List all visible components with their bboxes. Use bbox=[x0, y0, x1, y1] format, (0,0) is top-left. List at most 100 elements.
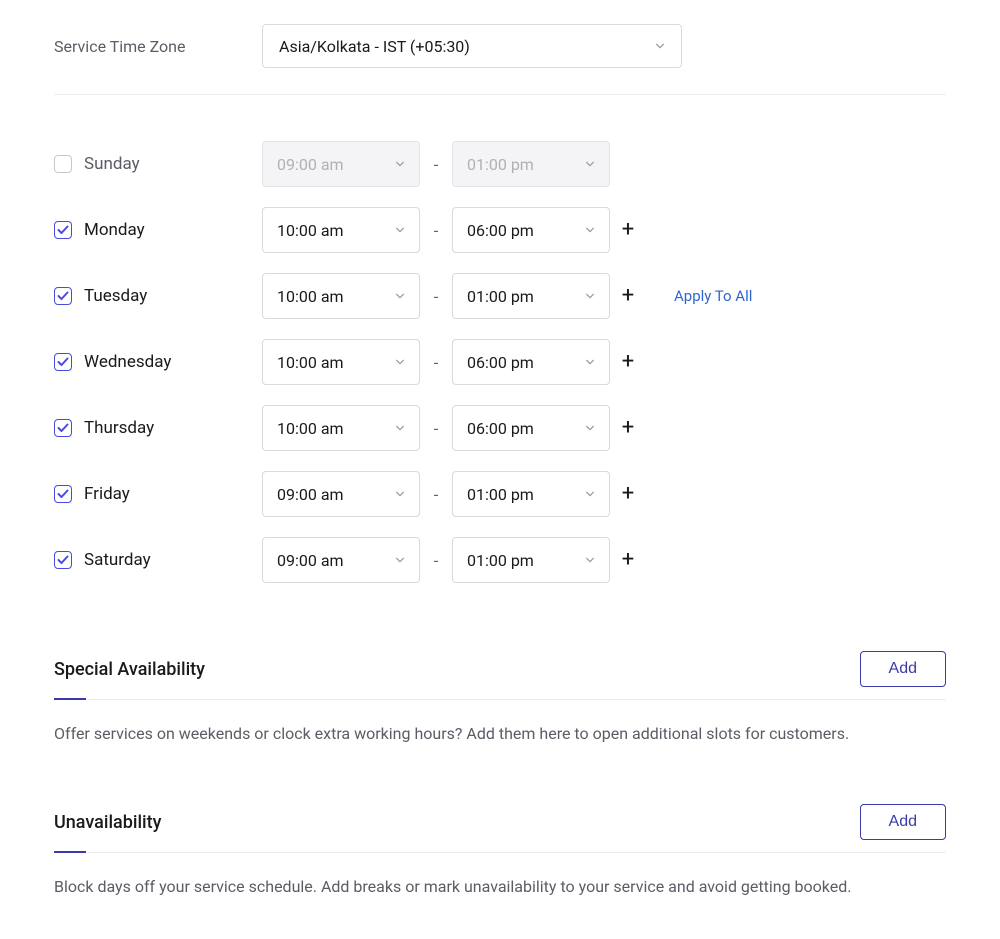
checkbox-checked-icon[interactable] bbox=[54, 353, 72, 371]
start-time-value: 10:00 am bbox=[277, 221, 344, 240]
checkbox-checked-icon[interactable] bbox=[54, 419, 72, 437]
end-time-value: 06:00 pm bbox=[467, 419, 534, 438]
start-time-select[interactable]: 10:00 am bbox=[262, 273, 420, 319]
chevron-down-icon bbox=[395, 555, 405, 565]
end-time-value: 01:00 pm bbox=[467, 551, 534, 570]
end-time-select[interactable]: 06:00 pm bbox=[452, 207, 610, 253]
start-time-value: 10:00 am bbox=[277, 353, 344, 372]
add-time-slot-button[interactable]: + bbox=[610, 351, 646, 373]
chevron-down-icon bbox=[655, 41, 665, 51]
day-name-label: Thursday bbox=[84, 418, 154, 438]
start-time-select[interactable]: 10:00 am bbox=[262, 207, 420, 253]
day-name-label: Friday bbox=[84, 484, 130, 504]
chevron-down-icon bbox=[395, 489, 405, 499]
checkbox-checked-icon[interactable] bbox=[54, 551, 72, 569]
add-time-slot-button[interactable]: + bbox=[610, 483, 646, 505]
add-time-slot-button[interactable]: + bbox=[610, 285, 646, 307]
time-range-dash: - bbox=[420, 221, 452, 240]
chevron-down-icon bbox=[395, 225, 405, 235]
apply-to-all-link[interactable]: Apply To All bbox=[674, 287, 752, 305]
day-row: Tuesday 10:00 am -01:00 pm + Apply To All bbox=[54, 263, 946, 329]
end-time-value: 01:00 pm bbox=[467, 287, 534, 306]
timezone-label: Service Time Zone bbox=[54, 37, 262, 56]
day-name-label: Saturday bbox=[84, 550, 151, 570]
section-header: Unavailability Add bbox=[54, 804, 946, 853]
time-range-dash: - bbox=[420, 419, 452, 438]
section-description: Block days off your service schedule. Ad… bbox=[54, 875, 946, 899]
chevron-down-icon bbox=[585, 159, 595, 169]
timezone-select[interactable]: Asia/Kolkata - IST (+05:30) bbox=[262, 24, 682, 68]
checkbox-checked-icon[interactable] bbox=[54, 287, 72, 305]
chevron-down-icon bbox=[395, 159, 405, 169]
start-time-select[interactable]: 09:00 am bbox=[262, 537, 420, 583]
end-time-value: 06:00 pm bbox=[467, 221, 534, 240]
chevron-down-icon bbox=[585, 291, 595, 301]
day-row: Wednesday 10:00 am -06:00 pm + bbox=[54, 329, 946, 395]
end-time-select[interactable]: 01:00 pm bbox=[452, 471, 610, 517]
end-time-select: 01:00 pm bbox=[452, 141, 610, 187]
add-time-slot-button[interactable]: + bbox=[610, 549, 646, 571]
chevron-down-icon bbox=[395, 357, 405, 367]
start-time-select[interactable]: 10:00 am bbox=[262, 339, 420, 385]
day-toggle[interactable]: Saturday bbox=[54, 550, 262, 570]
day-toggle[interactable]: Wednesday bbox=[54, 352, 262, 372]
chevron-down-icon bbox=[585, 489, 595, 499]
day-toggle[interactable]: Tuesday bbox=[54, 286, 262, 306]
day-name-label: Sunday bbox=[84, 154, 140, 174]
time-range-dash: - bbox=[420, 551, 452, 570]
time-range-dash: - bbox=[420, 353, 452, 372]
add-unavailability-button[interactable]: Add bbox=[860, 804, 946, 840]
checkbox-unchecked-icon[interactable] bbox=[54, 155, 72, 173]
start-time-value: 09:00 am bbox=[277, 155, 344, 174]
day-name-label: Tuesday bbox=[84, 286, 147, 306]
chevron-down-icon bbox=[585, 423, 595, 433]
day-toggle[interactable]: Monday bbox=[54, 220, 262, 240]
chevron-down-icon bbox=[585, 555, 595, 565]
chevron-down-icon bbox=[585, 225, 595, 235]
day-row: Monday 10:00 am -06:00 pm + bbox=[54, 197, 946, 263]
chevron-down-icon bbox=[395, 291, 405, 301]
day-row: Sunday09:00 am-01:00 pm+ bbox=[54, 131, 946, 197]
checkbox-checked-icon[interactable] bbox=[54, 485, 72, 503]
chevron-down-icon bbox=[585, 357, 595, 367]
end-time-select[interactable]: 01:00 pm bbox=[452, 537, 610, 583]
section-header: Special Availability Add bbox=[54, 651, 946, 700]
day-name-label: Monday bbox=[84, 220, 145, 240]
add-time-slot-button[interactable]: + bbox=[610, 417, 646, 439]
start-time-value: 09:00 am bbox=[277, 551, 344, 570]
day-name-label: Wednesday bbox=[84, 352, 171, 372]
section-description: Offer services on weekends or clock extr… bbox=[54, 722, 946, 746]
working-hours-list: Sunday09:00 am-01:00 pm+Monday10:00 am-0… bbox=[54, 131, 946, 593]
start-time-value: 09:00 am bbox=[277, 485, 344, 504]
end-time-value: 06:00 pm bbox=[467, 353, 534, 372]
day-row: Thursday 10:00 am -06:00 pm + bbox=[54, 395, 946, 461]
day-toggle[interactable]: Sunday bbox=[54, 154, 262, 174]
day-row: Saturday 09:00 am -01:00 pm + bbox=[54, 527, 946, 593]
timezone-row: Service Time Zone Asia/Kolkata - IST (+0… bbox=[54, 24, 946, 95]
day-row: Friday 09:00 am -01:00 pm + bbox=[54, 461, 946, 527]
time-range-dash: - bbox=[420, 485, 452, 504]
timezone-value: Asia/Kolkata - IST (+05:30) bbox=[279, 37, 470, 56]
end-time-select[interactable]: 06:00 pm bbox=[452, 405, 610, 451]
end-time-select[interactable]: 06:00 pm bbox=[452, 339, 610, 385]
section-title: Unavailability bbox=[54, 812, 161, 833]
end-time-value: 01:00 pm bbox=[467, 155, 534, 174]
checkbox-checked-icon[interactable] bbox=[54, 221, 72, 239]
start-time-select: 09:00 am bbox=[262, 141, 420, 187]
time-range-dash: - bbox=[420, 287, 452, 306]
add-time-slot-button[interactable]: + bbox=[610, 219, 646, 241]
start-time-value: 10:00 am bbox=[277, 287, 344, 306]
time-range-dash: - bbox=[420, 155, 452, 174]
day-toggle[interactable]: Thursday bbox=[54, 418, 262, 438]
chevron-down-icon bbox=[395, 423, 405, 433]
start-time-select[interactable]: 10:00 am bbox=[262, 405, 420, 451]
add-special-availability-button[interactable]: Add bbox=[860, 651, 946, 687]
unavailability-section: Unavailability Add Block days off your s… bbox=[54, 804, 946, 899]
special-availability-section: Special Availability Add Offer services … bbox=[54, 651, 946, 746]
section-title: Special Availability bbox=[54, 659, 205, 680]
day-toggle[interactable]: Friday bbox=[54, 484, 262, 504]
start-time-select[interactable]: 09:00 am bbox=[262, 471, 420, 517]
start-time-value: 10:00 am bbox=[277, 419, 344, 438]
end-time-select[interactable]: 01:00 pm bbox=[452, 273, 610, 319]
end-time-value: 01:00 pm bbox=[467, 485, 534, 504]
